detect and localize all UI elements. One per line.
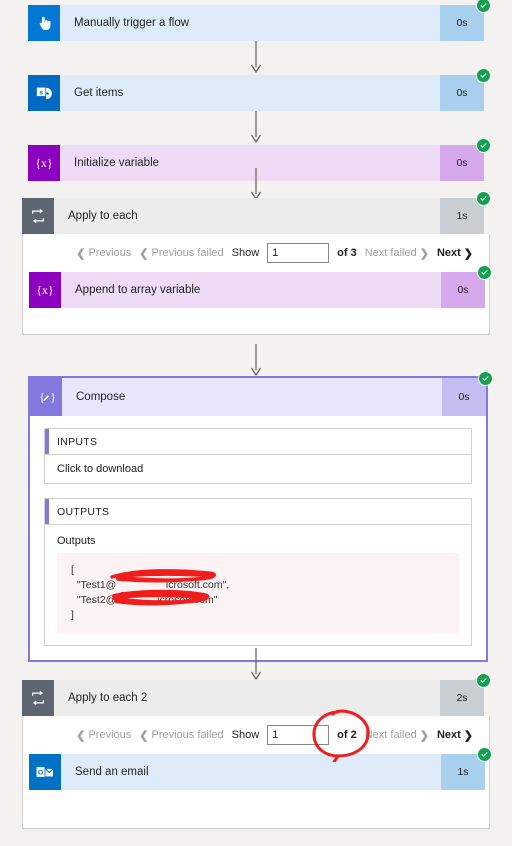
connector-arrow (28, 111, 484, 145)
action-title: Manually trigger a flow (60, 5, 440, 41)
status-badge-succeeded (476, 191, 491, 206)
next-failed-button[interactable]: Next failed ❯ (365, 247, 429, 260)
previous-label: Previous (88, 247, 132, 259)
action-title: Send an email (61, 754, 441, 790)
status-badge-succeeded (478, 371, 493, 386)
chevron-left-icon: ❮ (76, 729, 86, 742)
show-label: Show (231, 729, 260, 741)
action-title: Compose (62, 378, 442, 416)
connector-to-compose (22, 344, 490, 378)
outputs-block: OUTPUTS Outputs [ "Test1@ icrosoft.com",… (44, 498, 472, 646)
previous-failed-button[interactable]: ❮ Previous failed (139, 729, 223, 742)
sharepoint-icon: s (28, 75, 60, 111)
loop-icon (22, 198, 54, 234)
action-card-manually-trigger-a-flow[interactable]: Manually trigger a flow 0s (28, 0, 491, 41)
status-badge-succeeded (477, 265, 492, 280)
page-number-input[interactable] (267, 725, 330, 745)
inputs-header: INPUTS (45, 429, 471, 455)
chevron-left-icon: ❮ (139, 247, 149, 260)
action-card-compose-expanded: { } Compose 0s INPUTS Click to download … (28, 371, 493, 662)
action-title: Apply to each (54, 198, 440, 234)
chevron-right-icon: ❯ (463, 729, 473, 742)
scope-apply-to-each: Apply to each 1s ❮ Previous ❮ Previous f… (22, 191, 492, 335)
next-failed-button[interactable]: Next failed ❯ (365, 729, 429, 742)
variable-icon: {x} (29, 272, 61, 308)
page-number-input[interactable] (267, 243, 330, 263)
outputs-code-block: [ "Test1@ icrosoft.com", "Test2@ icrosof… (57, 553, 459, 633)
compose-icon: { } (30, 378, 62, 416)
pagination-controls-scope-1: ❮ Previous ❮ Previous failed Show of 3 N… (23, 234, 489, 272)
inputs-download-link[interactable]: Click to download (45, 455, 471, 483)
outputs-header: OUTPUTS (45, 499, 471, 525)
previous-failed-label: Previous failed (151, 729, 224, 741)
svg-text:s: s (39, 89, 43, 96)
chevron-right-icon: ❯ (419, 729, 429, 742)
svg-text:}: } (50, 390, 56, 404)
action-card-apply-to-each-2[interactable]: Apply to each 2 2s (22, 673, 491, 716)
action-card-compose[interactable]: { } Compose 0s (30, 371, 493, 416)
action-title: Get items (60, 75, 440, 111)
previous-failed-label: Previous failed (151, 247, 224, 259)
chevron-right-icon: ❯ (463, 247, 473, 260)
status-badge-succeeded (476, 68, 491, 83)
svg-text:O: O (38, 770, 43, 777)
flow-steps-top: Manually trigger a flow 0s s Get items 0… (28, 0, 491, 181)
status-badge-succeeded (477, 747, 492, 762)
status-badge-succeeded (476, 0, 491, 13)
connector-to-scope-1 (28, 168, 484, 202)
next-label: Next (436, 729, 461, 741)
scope-body: ❮ Previous ❮ Previous failed Show of 2 N… (22, 716, 492, 829)
action-card-get-items[interactable]: s Get items 0s (28, 68, 491, 111)
chevron-left-icon: ❮ (76, 247, 86, 260)
compose-details: INPUTS Click to download OUTPUTS Outputs… (30, 416, 486, 660)
pagination-controls-scope-2: ❮ Previous ❮ Previous failed Show of 2 N… (23, 716, 489, 754)
show-label: Show (231, 247, 260, 259)
connector-arrow (28, 41, 484, 75)
flow-run-canvas: Manually trigger a flow 0s s Get items 0… (0, 0, 512, 846)
previous-button[interactable]: ❮ Previous (76, 247, 131, 260)
inputs-block: INPUTS Click to download (44, 428, 472, 484)
page-count-label: of 2 (337, 729, 357, 741)
next-failed-label: Next failed (364, 247, 417, 259)
outputs-label: Outputs (57, 535, 96, 547)
next-failed-label: Next failed (364, 729, 417, 741)
action-card-send-an-email[interactable]: O Send an email 1s (29, 747, 492, 790)
chevron-right-icon: ❯ (419, 247, 429, 260)
status-badge-succeeded (476, 673, 491, 688)
svg-text:{x}: {x} (36, 283, 53, 297)
previous-label: Previous (88, 729, 132, 741)
scope-apply-to-each-2: Apply to each 2 2s ❮ Previous ❮ Previous… (22, 673, 492, 829)
next-button[interactable]: Next ❯ (437, 729, 473, 742)
action-card-apply-to-each[interactable]: Apply to each 1s (22, 191, 491, 234)
next-button[interactable]: Next ❯ (437, 247, 473, 260)
status-badge-succeeded (476, 138, 491, 153)
previous-button[interactable]: ❮ Previous (76, 729, 131, 742)
next-label: Next (436, 247, 461, 259)
action-title: Apply to each 2 (54, 680, 440, 716)
previous-failed-button[interactable]: ❮ Previous failed (139, 247, 223, 260)
svg-text:{: { (39, 390, 45, 404)
action-title: Append to array variable (61, 272, 441, 308)
action-card-append-to-array-variable[interactable]: {x} Append to array variable 0s (29, 265, 492, 308)
outlook-icon: O (29, 754, 61, 790)
connector-to-scope-2 (22, 648, 490, 682)
page-count-label: of 3 (337, 247, 357, 259)
loop-icon (22, 680, 54, 716)
scope-body: ❮ Previous ❮ Previous failed Show of 3 N… (22, 234, 492, 335)
chevron-left-icon: ❮ (139, 729, 149, 742)
pointing-hand-icon (28, 5, 60, 41)
